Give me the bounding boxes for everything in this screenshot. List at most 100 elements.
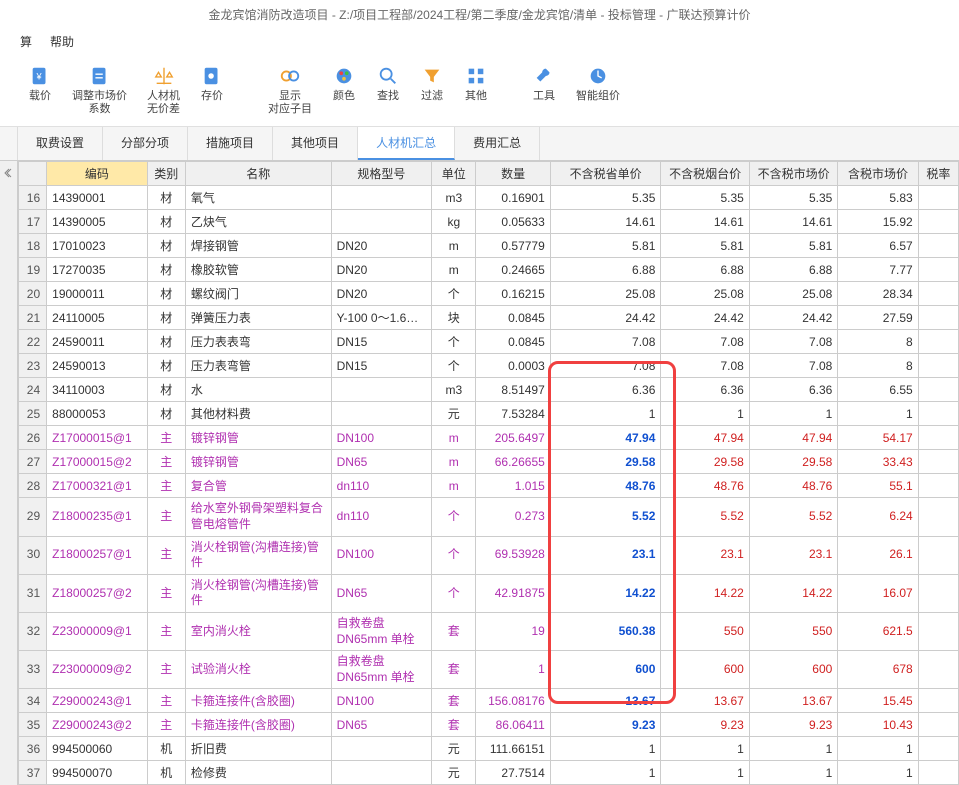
table-row[interactable]: 2124110005材弹簧压力表Y-100 0～1.6MPa块0.084524.… xyxy=(19,306,959,330)
cell-taxrate[interactable] xyxy=(918,234,958,258)
cell-unit[interactable]: m xyxy=(432,450,476,474)
cell-notaxprov[interactable]: 29.58 xyxy=(550,450,661,474)
cell-taxmarket[interactable]: 6.55 xyxy=(838,378,918,402)
cell-notaxyantai[interactable]: 47.94 xyxy=(661,426,749,450)
cell-taxmarket[interactable]: 1 xyxy=(838,402,918,426)
cell-notaxmarket[interactable]: 9.23 xyxy=(749,713,837,737)
cell-unit[interactable]: m3 xyxy=(432,186,476,210)
cell-code[interactable]: 24590013 xyxy=(47,354,148,378)
cell-spec[interactable]: Y-100 0～1.6MPa xyxy=(331,306,432,330)
cell-notaxmarket[interactable]: 24.42 xyxy=(749,306,837,330)
cell-type[interactable]: 机 xyxy=(147,737,185,761)
cell-notaxmarket[interactable]: 47.94 xyxy=(749,426,837,450)
cell-type[interactable]: 材 xyxy=(147,378,185,402)
cell-taxrate[interactable] xyxy=(918,258,958,282)
header-type[interactable]: 类别 xyxy=(147,162,185,186)
cell-notaxmarket[interactable]: 5.35 xyxy=(749,186,837,210)
cell-taxmarket[interactable]: 678 xyxy=(838,651,918,689)
collapse-handle[interactable] xyxy=(0,161,18,785)
cell-qty[interactable]: 1 xyxy=(476,651,550,689)
cell-code[interactable]: Z17000321@1 xyxy=(47,474,148,498)
cell-notaxprov[interactable]: 14.61 xyxy=(550,210,661,234)
table-row[interactable]: 1917270035材橡胶软管DN20m0.246656.886.886.887… xyxy=(19,258,959,282)
cell-taxmarket[interactable]: 10.43 xyxy=(838,713,918,737)
cell-name[interactable]: 螺纹阀门 xyxy=(185,282,331,306)
cell-notaxprov[interactable]: 47.94 xyxy=(550,426,661,450)
table-row[interactable]: 2019000011材螺纹阀门DN20个0.1621525.0825.0825.… xyxy=(19,282,959,306)
cell-spec[interactable]: DN100 xyxy=(331,689,432,713)
cell-notaxmarket[interactable]: 5.52 xyxy=(749,498,837,536)
cell-unit[interactable]: kg xyxy=(432,210,476,234)
cell-type[interactable]: 材 xyxy=(147,402,185,426)
cell-unit[interactable]: 个 xyxy=(432,536,476,574)
cell-taxmarket[interactable]: 6.24 xyxy=(838,498,918,536)
cell-taxmarket[interactable]: 621.5 xyxy=(838,612,918,650)
cell-taxmarket[interactable]: 16.07 xyxy=(838,574,918,612)
cell-notaxyantai[interactable]: 1 xyxy=(661,737,749,761)
cell-spec[interactable]: DN100 xyxy=(331,536,432,574)
cell-name[interactable]: 焊接钢管 xyxy=(185,234,331,258)
table-row[interactable]: 2324590013材压力表弯管DN15个0.00037.087.087.088 xyxy=(19,354,959,378)
cell-taxmarket[interactable]: 8 xyxy=(838,354,918,378)
cell-unit[interactable]: 套 xyxy=(432,651,476,689)
cell-type[interactable]: 主 xyxy=(147,574,185,612)
cell-qty[interactable]: 66.26655 xyxy=(476,450,550,474)
cell-qty[interactable]: 0.57779 xyxy=(476,234,550,258)
cell-unit[interactable]: m xyxy=(432,258,476,282)
cell-notaxmarket[interactable]: 600 xyxy=(749,651,837,689)
cell-type[interactable]: 材 xyxy=(147,258,185,282)
cell-taxrate[interactable] xyxy=(918,306,958,330)
cell-notaxprov[interactable]: 48.76 xyxy=(550,474,661,498)
table-row[interactable]: 36994500060机折旧费元111.661511111 xyxy=(19,737,959,761)
cell-notaxyantai[interactable]: 9.23 xyxy=(661,713,749,737)
cell-notaxyantai[interactable]: 5.35 xyxy=(661,186,749,210)
cell-taxmarket[interactable]: 26.1 xyxy=(838,536,918,574)
cell-taxmarket[interactable]: 28.34 xyxy=(838,282,918,306)
cell-unit[interactable]: m xyxy=(432,426,476,450)
table-row[interactable]: 28Z17000321@1主复合管dn110m1.01548.7648.7648… xyxy=(19,474,959,498)
cell-taxrate[interactable] xyxy=(918,354,958,378)
cell-name[interactable]: 折旧费 xyxy=(185,737,331,761)
cell-type[interactable]: 主 xyxy=(147,689,185,713)
cell-unit[interactable]: 个 xyxy=(432,330,476,354)
cell-notaxprov[interactable]: 13.67 xyxy=(550,689,661,713)
cell-taxrate[interactable] xyxy=(918,450,958,474)
cell-notaxmarket[interactable]: 550 xyxy=(749,612,837,650)
cell-qty[interactable]: 156.08176 xyxy=(476,689,550,713)
cell-spec[interactable]: DN20 xyxy=(331,258,432,282)
cell-name[interactable]: 复合管 xyxy=(185,474,331,498)
cell-qty[interactable]: 69.53928 xyxy=(476,536,550,574)
cell-code[interactable]: Z23000009@1 xyxy=(47,612,148,650)
cell-notaxmarket[interactable]: 13.67 xyxy=(749,689,837,713)
tab-measure[interactable]: 措施项目 xyxy=(188,127,273,160)
cell-taxrate[interactable] xyxy=(918,498,958,536)
data-grid[interactable]: 编码 类别 名称 规格型号 单位 数量 不含税省单价 不含税烟台价 不含税市场价… xyxy=(18,161,959,785)
cell-notaxyantai[interactable]: 25.08 xyxy=(661,282,749,306)
cell-notaxprov[interactable]: 9.23 xyxy=(550,713,661,737)
table-row[interactable]: 34Z29000243@1主卡箍连接件(含胶圈)DN100套156.081761… xyxy=(19,689,959,713)
menu-help[interactable]: 帮助 xyxy=(50,33,74,50)
cell-unit[interactable]: 元 xyxy=(432,761,476,785)
cell-qty[interactable]: 1.015 xyxy=(476,474,550,498)
cell-name[interactable]: 消火栓钢管(沟槽连接)管件 xyxy=(185,536,331,574)
cell-type[interactable]: 材 xyxy=(147,306,185,330)
table-row[interactable]: 2434110003材水m38.514976.366.366.366.55 xyxy=(19,378,959,402)
header-code[interactable]: 编码 xyxy=(47,162,148,186)
cell-notaxmarket[interactable]: 14.61 xyxy=(749,210,837,234)
cell-taxrate[interactable] xyxy=(918,186,958,210)
cell-notaxyantai[interactable]: 1 xyxy=(661,402,749,426)
table-row[interactable]: 2224590011材压力表表弯DN15个0.08457.087.087.088 xyxy=(19,330,959,354)
cell-code[interactable]: 88000053 xyxy=(47,402,148,426)
cell-qty[interactable]: 0.0845 xyxy=(476,306,550,330)
cell-notaxprov[interactable]: 600 xyxy=(550,651,661,689)
other-button[interactable]: 其他 xyxy=(456,60,496,120)
cell-qty[interactable]: 86.06411 xyxy=(476,713,550,737)
cell-type[interactable]: 主 xyxy=(147,450,185,474)
cell-type[interactable]: 材 xyxy=(147,234,185,258)
cell-type[interactable]: 材 xyxy=(147,354,185,378)
cell-qty[interactable]: 0.0845 xyxy=(476,330,550,354)
cell-unit[interactable]: 块 xyxy=(432,306,476,330)
cell-spec[interactable]: DN15 xyxy=(331,330,432,354)
cell-notaxyantai[interactable]: 7.08 xyxy=(661,330,749,354)
cell-spec[interactable] xyxy=(331,378,432,402)
